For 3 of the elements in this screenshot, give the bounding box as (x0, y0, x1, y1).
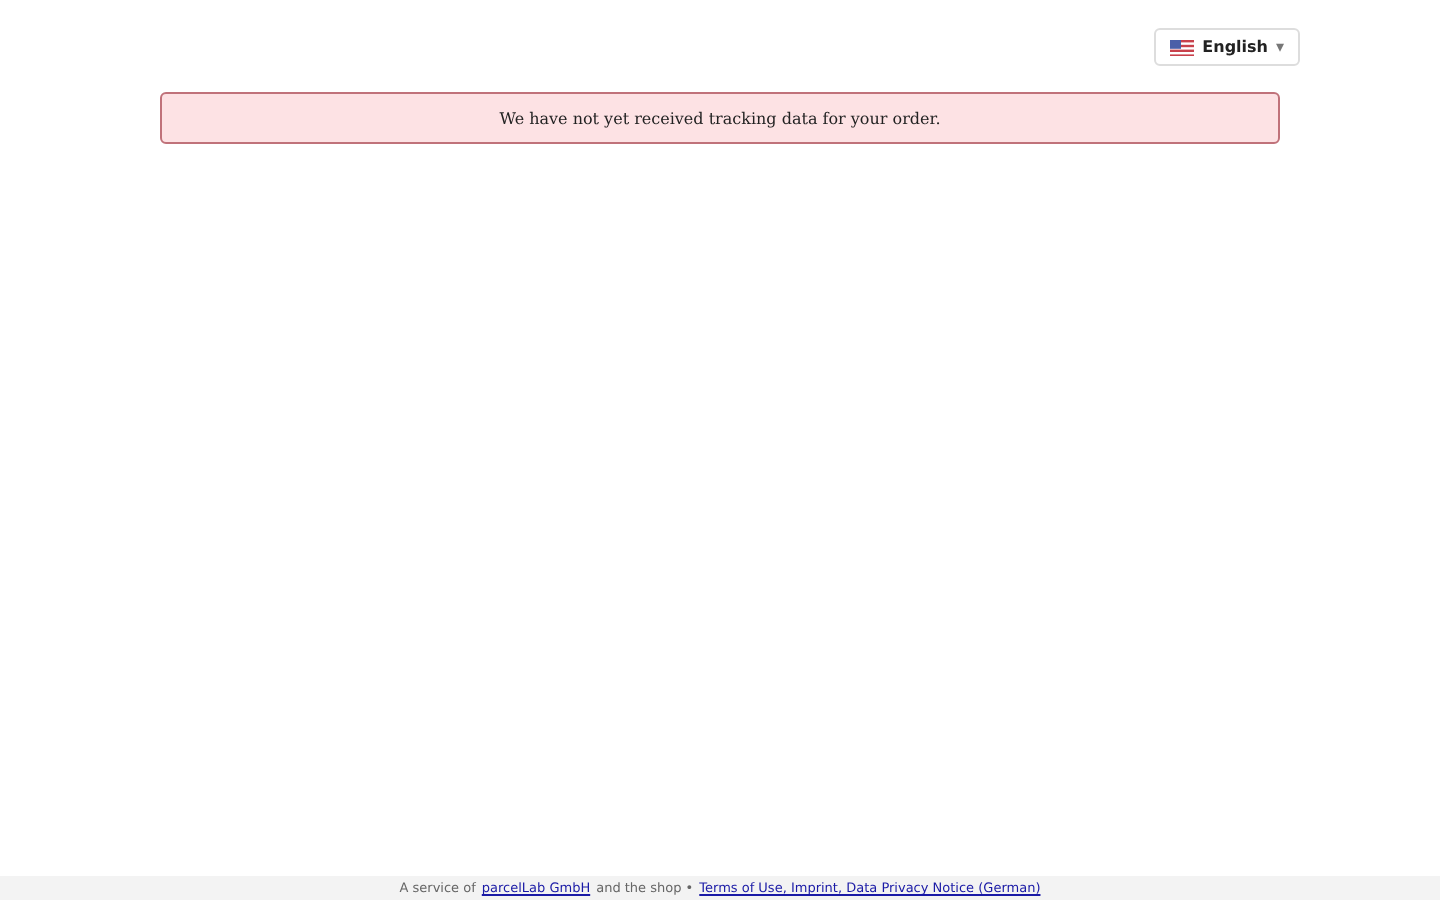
flag-icon (1170, 39, 1195, 55)
language-dropdown[interactable]: English ▾ (1154, 28, 1300, 66)
alert-message: We have not yet received tracking data for your order. (499, 109, 941, 127)
